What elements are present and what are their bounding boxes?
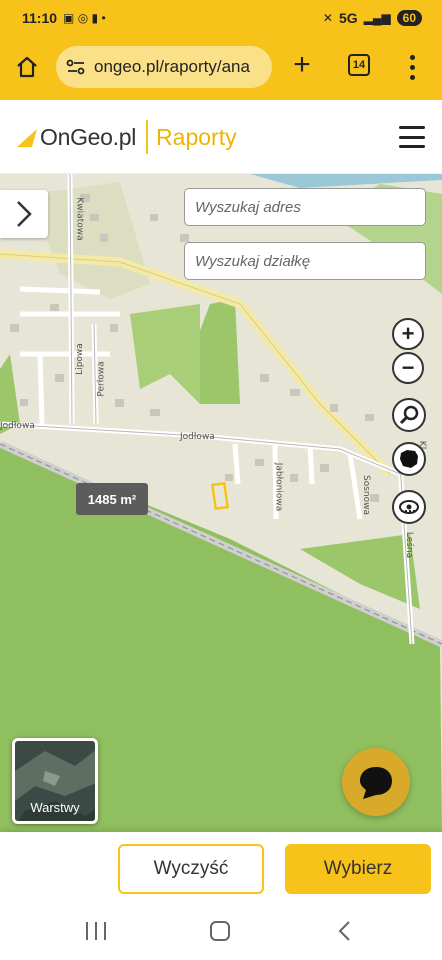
map-view[interactable]: Kwiatowa Lipowa Perłowa Jodłowa Jodłowa … bbox=[0, 174, 442, 832]
plot-area-label: 1485 m² bbox=[76, 483, 148, 515]
zoom-in-button[interactable]: + bbox=[392, 318, 424, 350]
zoom-out-button[interactable]: − bbox=[392, 352, 424, 384]
mute-icon: ✕ bbox=[322, 11, 333, 25]
battery-indicator: 60 bbox=[396, 10, 422, 26]
browser-menu-button[interactable] bbox=[402, 52, 422, 82]
home-button[interactable] bbox=[12, 52, 42, 82]
browser-toolbar: ongeo.pl/raporty/ana + 14 bbox=[0, 40, 442, 92]
street-label: Kwiatowa bbox=[74, 197, 85, 241]
signal-icon: ▂▄▆ bbox=[363, 11, 391, 25]
street-label: Jodłowa bbox=[0, 421, 35, 431]
site-settings-icon[interactable] bbox=[66, 59, 86, 75]
street-label: Jodłowa bbox=[180, 432, 215, 442]
chat-button[interactable] bbox=[342, 748, 410, 816]
street-label: Perłowa bbox=[96, 361, 107, 397]
measure-button[interactable] bbox=[392, 490, 426, 524]
street-label: Leśna bbox=[404, 531, 415, 559]
area-select-button[interactable] bbox=[392, 442, 426, 476]
street-label: Jabłoniowa bbox=[273, 462, 284, 512]
address-bar[interactable]: ongeo.pl/raporty/ana bbox=[56, 46, 272, 88]
choose-button[interactable]: Wybierz bbox=[285, 844, 431, 894]
back-button[interactable] bbox=[334, 920, 356, 942]
network-indicator: 5G bbox=[338, 10, 358, 26]
tab-switcher-button[interactable]: 14 bbox=[348, 54, 370, 76]
home-nav-button[interactable] bbox=[210, 921, 230, 941]
search-plot-input[interactable]: Wyszukaj działkę bbox=[184, 242, 426, 280]
logo-divider bbox=[146, 120, 149, 154]
new-tab-button[interactable]: + bbox=[288, 50, 316, 82]
action-bar: Wyczyść Wybierz bbox=[0, 832, 442, 904]
magnifier-icon bbox=[399, 405, 419, 425]
search-address-input[interactable]: Wyszukaj adres bbox=[184, 188, 426, 226]
street-label: Sosnowa bbox=[361, 475, 371, 515]
site-logo[interactable]: OnGeo.pl Raporty bbox=[16, 120, 237, 154]
sidebar-toggle-button[interactable] bbox=[0, 190, 48, 238]
map-search-button[interactable] bbox=[392, 398, 426, 432]
logo-text: OnGeo.pl bbox=[40, 123, 137, 150]
back-chevron-icon bbox=[338, 921, 350, 941]
chat-bubble-icon bbox=[360, 767, 392, 799]
notification-icons: ▣ ◎ ▮ • bbox=[63, 11, 106, 25]
site-header: OnGeo.pl Raporty bbox=[0, 100, 442, 174]
home-icon bbox=[17, 56, 37, 78]
status-bar: 11:10 ▣ ◎ ▮ • ✕ 5G ▂▄▆ 60 bbox=[0, 0, 442, 36]
browser-chrome: 11:10 ▣ ◎ ▮ • ✕ 5G ▂▄▆ 60 ongeo.pl/rapor… bbox=[0, 0, 442, 100]
url-text: ongeo.pl/raporty/ana bbox=[94, 57, 250, 76]
status-time: 11:10 bbox=[22, 10, 58, 26]
layers-label: Warstwy bbox=[30, 800, 80, 815]
street-label: Lipowa bbox=[74, 343, 85, 375]
country-shape-icon bbox=[400, 450, 418, 468]
chevron-right-icon bbox=[17, 201, 32, 227]
logo-mark-icon bbox=[17, 129, 37, 147]
hamburger-menu-button[interactable] bbox=[399, 126, 425, 148]
clear-button[interactable]: Wyczyść bbox=[118, 844, 264, 894]
system-nav-bar bbox=[0, 904, 442, 960]
tape-measure-icon bbox=[399, 500, 419, 514]
recent-apps-button[interactable] bbox=[86, 922, 106, 940]
layers-button[interactable]: Warstwy bbox=[12, 738, 98, 824]
logo-subtitle: Raporty bbox=[156, 123, 237, 150]
